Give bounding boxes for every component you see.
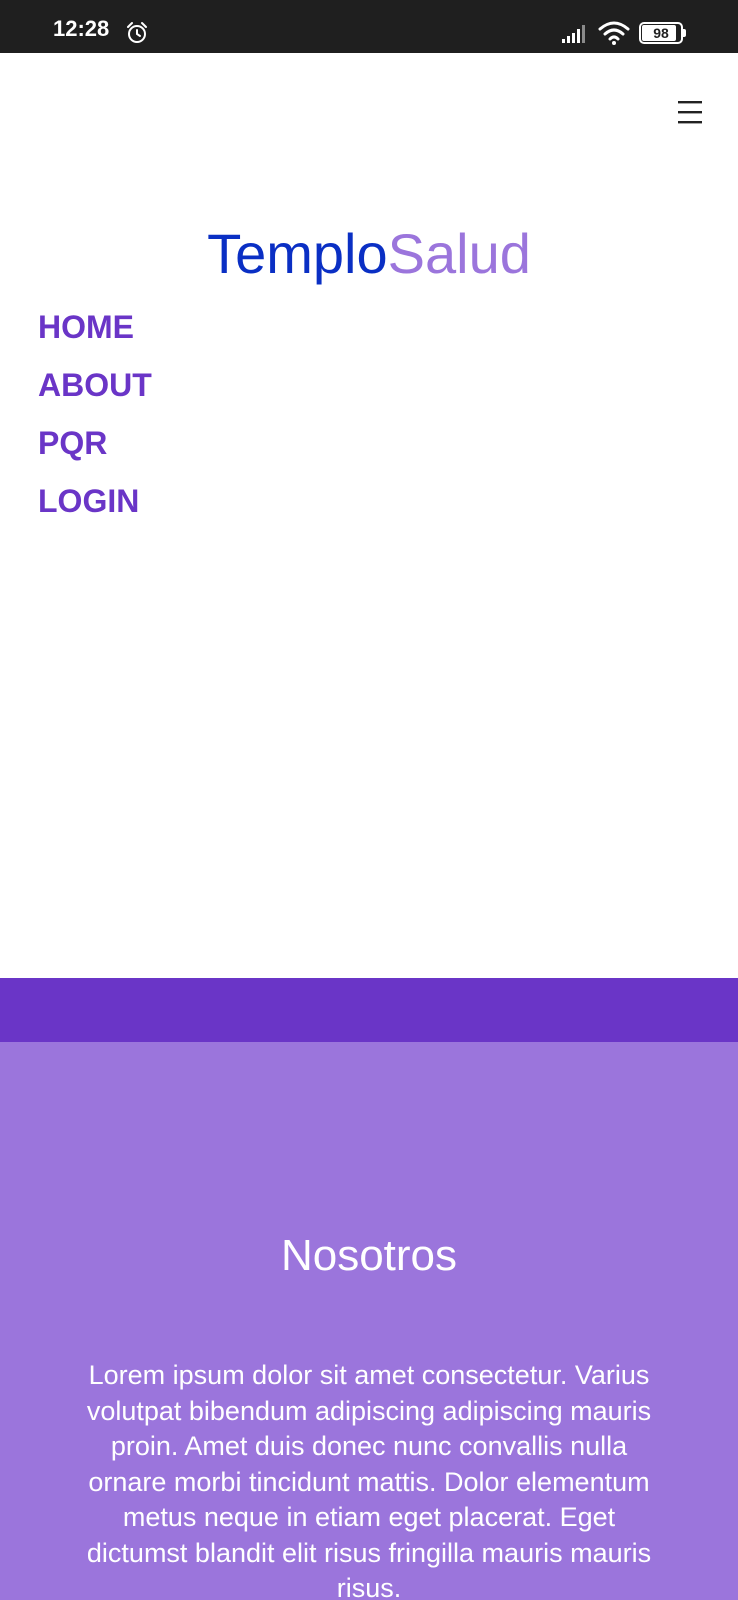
nav-item-about[interactable]: ABOUT — [38, 360, 152, 418]
nav-item-pqr[interactable]: PQR — [38, 418, 152, 476]
battery-level: 98 — [653, 25, 669, 41]
status-bar: 12:28 98 — [0, 0, 738, 53]
nav-item-home[interactable]: HOME — [38, 302, 152, 360]
hamburger-menu-icon[interactable] — [668, 98, 708, 130]
about-text: Lorem ipsum dolor sit amet consectetur. … — [86, 1360, 652, 1600]
nav-item-login[interactable]: LOGIN — [38, 476, 152, 534]
wifi-icon — [598, 21, 630, 45]
about-section: Nosotros Lorem ipsum dolor sit amet cons… — [0, 1042, 738, 1600]
alarm-icon — [127, 22, 147, 43]
brand-logo[interactable]: TemploSalud — [0, 222, 738, 286]
signal-icon — [562, 25, 585, 43]
battery-icon: 98 — [639, 22, 686, 44]
status-time: 12:28 — [53, 16, 110, 41]
brand-part2: Salud — [387, 222, 531, 285]
brand-part1: Templo — [207, 222, 388, 285]
about-title: Nosotros — [280, 1231, 458, 1280]
nav-menu: HOME ABOUT PQR LOGIN — [38, 302, 152, 534]
section-divider-band — [0, 978, 738, 1042]
